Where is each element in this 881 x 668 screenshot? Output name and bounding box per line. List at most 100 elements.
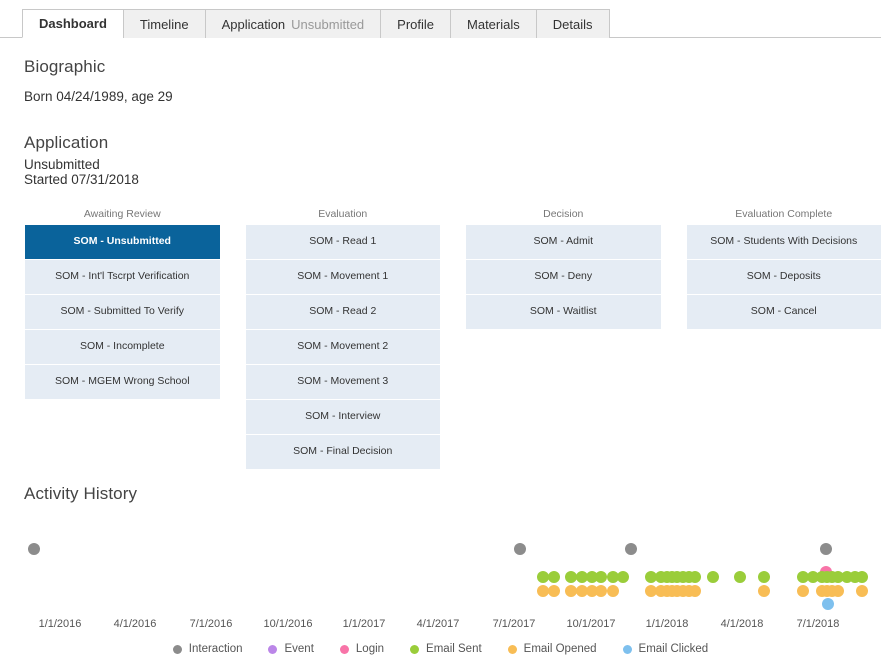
chart-dot-email-clicked[interactable]	[822, 598, 834, 610]
x-axis-tick-label: 7/1/2016	[189, 618, 233, 630]
workflow-column: Evaluation SOM - Read 1 SOM - Movement 1 SO…	[245, 207, 440, 470]
biographic-section-title: Biographic	[24, 57, 106, 76]
application-status-text: Unsubmitted	[24, 157, 100, 172]
legend-label: Event	[284, 643, 314, 655]
chart-x-axis: 1/1/2016 4/1/2016 7/1/2016 10/1/2016 1/1/201…	[0, 618, 881, 638]
tab-dashboard[interactable]: Dashboard	[22, 9, 123, 38]
chart-dot-email-sent[interactable]	[617, 571, 629, 583]
workflow-column: Evaluation Complete SOM - Students With D…	[686, 207, 881, 470]
x-axis-tick-label: 7/1/2017	[492, 618, 536, 630]
tab-bar: Dashboard Timeline Application Unsubmitted P…	[0, 0, 881, 38]
chart-dot-email-sent[interactable]	[548, 571, 560, 583]
legend-item-login[interactable]: Login	[339, 643, 385, 655]
legend-label: Email Sent	[426, 643, 482, 655]
tab-profile[interactable]: Profile	[380, 9, 451, 38]
chart-dot-email-sent[interactable]	[595, 571, 607, 583]
chart-dot-email-sent[interactable]	[707, 571, 719, 583]
chart-dot-email-opened[interactable]	[595, 585, 607, 597]
tab-timeline[interactable]: Timeline	[122, 9, 205, 38]
chart-dot-interaction[interactable]	[28, 543, 40, 555]
workflow-stage[interactable]: SOM - Students With Decisions	[686, 225, 881, 259]
workflow-stage[interactable]: SOM - Incomplete	[25, 330, 220, 364]
chart-dot-interaction[interactable]	[625, 543, 637, 555]
workflow-stage[interactable]: SOM - Movement 1	[245, 260, 440, 294]
workflow-column-header: Evaluation Complete	[735, 208, 833, 220]
x-axis-tick-label: 1/1/2017	[342, 618, 386, 630]
workflow-stage[interactable]: SOM - MGEM Wrong School	[25, 365, 220, 399]
tab-label: Materials	[467, 16, 520, 32]
legend-swatch-icon	[507, 644, 517, 654]
tab-sublabel: Unsubmitted	[291, 16, 365, 32]
workflow-stage[interactable]: SOM - Deposits	[686, 260, 881, 294]
workflow-stage[interactable]: SOM - Waitlist	[466, 295, 661, 329]
legend-item-event[interactable]: Event	[268, 643, 314, 655]
workflow-stage[interactable]: SOM - Int'l Tscrpt Verification	[25, 260, 220, 294]
chart-dot-email-opened[interactable]	[607, 585, 619, 597]
x-axis-tick-label: 7/1/2018	[796, 618, 840, 630]
application-section-title: Application	[24, 133, 109, 152]
workflow-stage[interactable]: SOM - Read 2	[245, 295, 440, 329]
workflow-column-header: Decision	[543, 208, 584, 220]
x-axis-tick-label: 4/1/2017	[416, 618, 460, 630]
x-axis-tick-label: 4/1/2016	[113, 618, 157, 630]
chart-dot-email-opened[interactable]	[832, 585, 844, 597]
tab-label: Timeline	[139, 16, 189, 32]
x-axis-tick-label: 1/1/2016	[38, 618, 82, 630]
chart-dot-email-opened[interactable]	[856, 585, 868, 597]
chart-dot-email-sent[interactable]	[689, 571, 701, 583]
chart-plot-area	[0, 510, 881, 618]
workflow-stage-current[interactable]: SOM - Unsubmitted	[25, 225, 220, 259]
tab-label: Details	[552, 16, 593, 32]
workflow-column-header: Awaiting Review	[83, 208, 161, 220]
tab-label: Dashboard	[39, 16, 107, 31]
legend-swatch-icon	[339, 644, 349, 654]
legend-label: Email Opened	[523, 643, 597, 655]
workflow-stage[interactable]: SOM - Admit	[466, 225, 661, 259]
chart-dot-email-sent[interactable]	[856, 571, 868, 583]
chart-dot-email-opened[interactable]	[758, 585, 770, 597]
workflow-column-header: Evaluation	[318, 208, 368, 220]
application-started-text: Started 07/31/2018	[24, 172, 139, 187]
chart-dot-interaction[interactable]	[514, 543, 526, 555]
tab-label: Application	[221, 16, 286, 32]
x-axis-tick-label: 10/1/2017	[566, 618, 616, 630]
x-axis-tick-label: 10/1/2016	[263, 618, 313, 630]
chart-dot-interaction[interactable]	[820, 543, 832, 555]
workflow-stage[interactable]: SOM - Final Decision	[245, 435, 440, 469]
legend-swatch-icon	[410, 644, 420, 654]
workflow-stage[interactable]: SOM - Movement 3	[245, 365, 440, 399]
legend-swatch-icon	[268, 644, 278, 654]
legend-label: Interaction	[188, 643, 243, 655]
legend-item-email-clicked[interactable]: Email Clicked	[622, 643, 708, 655]
legend-item-email-sent[interactable]: Email Sent	[410, 643, 482, 655]
chart-dot-email-sent[interactable]	[734, 571, 746, 583]
tab-details[interactable]: Details	[535, 9, 610, 38]
x-axis-tick-label: 1/1/2018	[645, 618, 689, 630]
workflow-board: Awaiting Review SOM - Unsubmitted SOM - In…	[25, 207, 881, 470]
chart-dot-email-opened[interactable]	[548, 585, 560, 597]
chart-dot-email-opened[interactable]	[689, 585, 701, 597]
activity-history-chart: 1/1/2016 4/1/2016 7/1/2016 10/1/2016 1/1/201…	[0, 510, 881, 668]
workflow-stage[interactable]: SOM - Deny	[466, 260, 661, 294]
activity-history-title: Activity History	[24, 484, 138, 503]
workflow-stage[interactable]: SOM - Read 1	[245, 225, 440, 259]
biographic-born-text: Born 04/24/1989, age 29	[24, 89, 173, 104]
chart-legend: Interaction Event Login Email Sent Email Ope…	[0, 643, 881, 655]
legend-item-email-opened[interactable]: Email Opened	[507, 643, 597, 655]
workflow-stage[interactable]: SOM - Interview	[245, 400, 440, 434]
workflow-stage[interactable]: SOM - Cancel	[686, 295, 881, 329]
legend-swatch-icon	[622, 644, 632, 654]
legend-swatch-icon	[172, 644, 182, 654]
tab-materials[interactable]: Materials	[450, 9, 536, 38]
workflow-stage[interactable]: SOM - Submitted To Verify	[25, 295, 220, 329]
workflow-column: Awaiting Review SOM - Unsubmitted SOM - In…	[25, 207, 220, 470]
legend-item-interaction[interactable]: Interaction	[172, 643, 243, 655]
workflow-stage[interactable]: SOM - Movement 2	[245, 330, 440, 364]
chart-dot-email-sent[interactable]	[758, 571, 770, 583]
x-axis-tick-label: 4/1/2018	[720, 618, 764, 630]
legend-label: Login	[355, 643, 385, 655]
tab-label: Profile	[397, 16, 435, 32]
workflow-column: Decision SOM - Admit SOM - Deny SOM - Waitl…	[466, 207, 661, 470]
tab-application[interactable]: Application Unsubmitted	[204, 9, 381, 38]
chart-dot-email-opened[interactable]	[797, 585, 809, 597]
